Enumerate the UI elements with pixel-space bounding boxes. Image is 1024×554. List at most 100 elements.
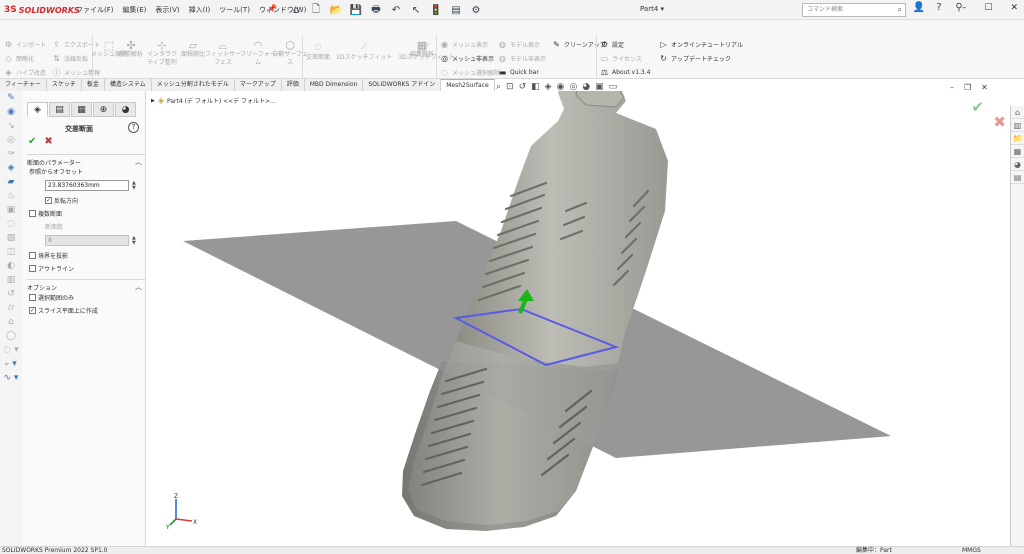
dimxpert-tab-icon[interactable]: ⊕: [93, 102, 114, 117]
tab-structure-system[interactable]: 構造システム: [105, 79, 152, 91]
mesh-hide-button[interactable]: ◎ メッシュ非表示: [440, 54, 500, 63]
custom-properties-icon[interactable]: ▤: [1011, 171, 1024, 184]
open-folder-icon[interactable]: 📂: [328, 2, 344, 18]
appearances-icon[interactable]: ◕: [1011, 158, 1024, 171]
shape-tool-icon[interactable]: ▣: [0, 203, 22, 217]
online-tutorial-button[interactable]: ▷ オンラインチュートリアル: [659, 40, 743, 49]
traffic-light-icon[interactable]: 🚦: [428, 2, 444, 18]
viewport-restore-icon[interactable]: ❐: [964, 83, 971, 92]
offset-value-input[interactable]: 23.83760363mm: [45, 180, 129, 191]
section-count-spinner[interactable]: ▲ ▼: [132, 236, 136, 246]
reverse-direction-checkbox[interactable]: ✓ 反転方向: [45, 196, 78, 205]
view-orientation-icon[interactable]: ◈: [545, 82, 552, 92]
rotate-tool-icon[interactable]: ◉: [0, 105, 22, 119]
confirm-ok-icon[interactable]: ✔: [971, 98, 984, 116]
tab-sheet-metal[interactable]: 板金: [82, 79, 105, 91]
settings-button[interactable]: ⚙ 設定: [600, 40, 650, 49]
fit-surface-button[interactable]: ⌓ フィットサーフェス: [205, 40, 241, 67]
shape2-tool-icon[interactable]: ◌: [0, 217, 22, 231]
about-button[interactable]: ⚖ About v1.3.4: [600, 68, 651, 77]
curve-tool-icon[interactable]: ↘: [0, 119, 22, 133]
tab-sketch[interactable]: スケッチ: [47, 79, 82, 91]
freeform-button[interactable]: ◠ フリーフォーム: [240, 40, 276, 67]
quick-bar-button[interactable]: ▬ Quick bar: [498, 68, 546, 77]
sketch-fit-2d-button[interactable]: ⟋ 2Dスケッチフィット: [336, 42, 392, 62]
command-search-input[interactable]: コマンド検索 ⌕: [802, 3, 906, 17]
chevron-up-icon[interactable]: ︿: [135, 282, 142, 292]
tab-features[interactable]: フィーチャー: [0, 79, 47, 91]
file-properties-icon[interactable]: ▤: [448, 2, 464, 18]
viewport-close-icon[interactable]: ✕: [981, 83, 988, 92]
save-icon[interactable]: 💾: [348, 2, 364, 18]
menu-view[interactable]: 表示(V): [155, 5, 179, 15]
help-icon[interactable]: ?: [128, 122, 139, 133]
feature-manager-tab-icon[interactable]: ◈: [27, 102, 48, 117]
cross-section-button[interactable]: ◌ 交差断面: [306, 42, 330, 61]
chevron-up-icon[interactable]: ︿: [135, 157, 142, 167]
axis-tool-icon[interactable]: ⟔ ▾: [0, 357, 22, 371]
point-tool-icon[interactable]: ✑: [0, 147, 22, 161]
expand-arrow-icon[interactable]: ▶: [151, 98, 155, 104]
new-document-icon[interactable]: 🗋: [308, 2, 324, 18]
edit-analysis-button[interactable]: ▦ 編集解析: [404, 40, 440, 59]
section-parameters-header[interactable]: 断面のパラメーター ︿: [27, 154, 145, 167]
select-arrow-icon[interactable]: ↖: [408, 2, 424, 18]
view-palette-icon[interactable]: ▦: [1011, 145, 1024, 158]
tab-mesh2surface[interactable]: Mesh2Surface: [441, 79, 495, 91]
print-icon[interactable]: 🖶: [368, 2, 384, 18]
feature-tool-icon[interactable]: ✎: [0, 91, 22, 105]
selected-only-checkbox[interactable]: 選択範囲のみ: [29, 293, 74, 302]
mesh-deselect-button[interactable]: ◌ メッシュ選択解除: [440, 68, 500, 77]
design-library-icon[interactable]: ▥: [1011, 119, 1024, 132]
options-header[interactable]: オプション ︿: [27, 279, 145, 292]
property-manager-tab-icon[interactable]: ▤: [49, 102, 70, 117]
surface-tool-icon[interactable]: ◈: [0, 161, 22, 175]
menu-tools[interactable]: ツール(T): [219, 5, 250, 15]
multiple-sections-checkbox[interactable]: 複数断面: [29, 209, 62, 218]
user-icon[interactable]: 👤: [912, 2, 926, 13]
status-units[interactable]: MMGS: [962, 547, 981, 554]
project-boundary-checkbox[interactable]: 境界を投影: [29, 251, 68, 260]
document-title[interactable]: Part4 ▾: [640, 5, 664, 13]
previous-view-icon[interactable]: ↺: [519, 82, 527, 92]
zoom-area-icon[interactable]: ⊡: [506, 82, 514, 92]
circle-tool-icon[interactable]: ◯: [0, 329, 22, 343]
undo-icon[interactable]: ↶: [388, 2, 404, 18]
fill-tool-icon[interactable]: ♨: [0, 189, 22, 203]
tab-solidworks-addins[interactable]: SOLIDWORKS アドイン: [363, 79, 442, 91]
extrude-tool-icon[interactable]: ◫: [0, 245, 22, 259]
confirm-cancel-icon[interactable]: ✖: [993, 113, 1006, 131]
cylinder-tool-icon[interactable]: ⌭: [0, 301, 22, 315]
revolve-tool-icon[interactable]: ◐: [0, 259, 22, 273]
plane-tool-icon[interactable]: ▰: [0, 175, 22, 189]
tab-markup[interactable]: マークアップ: [235, 79, 282, 91]
help-icon[interactable]: ?: [932, 2, 946, 13]
update-check-button[interactable]: ↻ アップデートチェック: [659, 54, 743, 63]
model-scene[interactable]: [146, 91, 1010, 546]
section-view-icon[interactable]: ◧: [531, 82, 540, 92]
maximize-icon[interactable]: ☐: [984, 3, 992, 13]
close-icon[interactable]: ✕: [1010, 3, 1018, 13]
box-tool-icon[interactable]: ▨: [0, 231, 22, 245]
home-icon[interactable]: ⌂: [1011, 106, 1024, 119]
mesh-tool-icon[interactable]: ◎: [0, 133, 22, 147]
options-gear-icon[interactable]: ⚙: [468, 2, 484, 18]
file-explorer-icon[interactable]: 📁: [1011, 132, 1024, 145]
viewport-minimize-icon[interactable]: –: [950, 83, 954, 92]
model-show-button[interactable]: ◍ モデル表示: [498, 40, 546, 49]
sweep-tool-icon[interactable]: ↺: [0, 287, 22, 301]
license-button[interactable]: ▭ ライセンス: [600, 54, 650, 63]
hide-show-icon[interactable]: ◎: [569, 82, 577, 92]
home-icon[interactable]: ⌂: [288, 2, 304, 18]
menu-file[interactable]: ファイル(F): [76, 5, 114, 15]
menu-edit[interactable]: 編集(E): [123, 5, 147, 15]
cancel-x-icon[interactable]: ✖: [44, 136, 52, 147]
ok-check-icon[interactable]: ✔: [28, 136, 36, 147]
configuration-manager-tab-icon[interactable]: ▦: [71, 102, 92, 117]
mesh-show-button[interactable]: ◉ メッシュ表示: [440, 40, 500, 49]
display-manager-tab-icon[interactable]: ◕: [115, 102, 136, 117]
graphics-viewport[interactable]: ▶ ◈ Part4 (デ フォルト) <<デ フォルト>... ✔ ✖ Z X …: [146, 91, 1010, 546]
menu-insert[interactable]: 挿入(I): [189, 5, 211, 15]
pin-menu-icon[interactable]: 📌: [267, 4, 277, 13]
import-button[interactable]: ⚙ インポート: [4, 40, 46, 49]
